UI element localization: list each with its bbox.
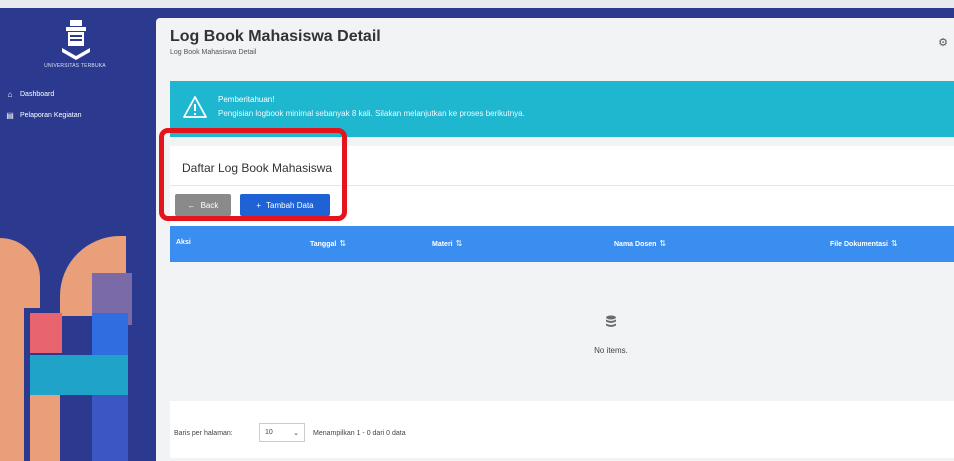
rows-per-page-value: 10 [265,429,273,436]
sort-icon[interactable]: ⇅ [891,239,898,248]
column-label: Nama Dosen [614,241,657,248]
sidebar-item-label: Pelaporan Kegiatan [20,112,82,119]
column-file-dokumentasi[interactable]: File Dokumentasi ⇅ [830,239,898,248]
column-tanggal[interactable]: Tanggal ⇅ [310,239,346,248]
logo-text: UNIVERSITAS TERBUKA [44,63,106,69]
column-label: Aksi [176,239,191,246]
column-label: Materi [432,241,453,248]
add-data-button[interactable]: + Tambah Data [240,194,330,216]
sort-icon[interactable]: ⇅ [339,239,346,248]
rows-per-page-label: Baris per halaman: [174,430,233,437]
home-icon: ⌂ [7,90,13,99]
decor-shape [92,395,128,461]
decor-shape [92,313,128,355]
table-header: Aksi Tanggal ⇅ Materi ⇅ Nama Dosen ⇅ File D… [170,226,954,262]
decor-shape [0,308,24,461]
document-icon: ▤ [6,111,14,120]
column-nama-dosen[interactable]: Nama Dosen ⇅ [614,239,666,248]
alert-title: Pemberitahuan! [218,95,275,104]
back-button-label: Back [200,200,219,210]
decor-shape [30,395,60,461]
panel-title: Daftar Log Book Mahasiswa [182,161,333,175]
notification-alert: Pemberitahuan! Pengisian logbook minimal… [170,81,954,137]
sort-icon[interactable]: ⇅ [659,239,666,248]
sidebar-item-dashboard[interactable]: ⌂ Dashboard [0,90,55,99]
alert-message: Pengisian logbook minimal sebanyak 8 kal… [218,109,525,118]
column-label: File Dokumentasi [830,241,888,248]
main-content: Log Book Mahasiswa Detail Log Book Mahas… [156,18,954,461]
sort-icon[interactable]: ⇅ [456,239,463,248]
sidebar-item-label: Dashboard [20,91,55,98]
rows-per-page-select[interactable]: 10 ⌄ [259,423,305,442]
decor-shape [30,313,62,353]
pagination-footer: Baris per halaman: 10 ⌄ Menampilkan 1 - … [170,401,954,458]
decor-shape [0,238,40,308]
column-aksi: Aksi [176,239,191,246]
plus-icon: + [256,200,262,210]
chevron-down-icon: ⌄ [293,429,299,437]
table-body: No items. [170,262,954,401]
divider [170,185,954,186]
add-button-label: Tambah Data [266,200,314,210]
back-button[interactable]: ← Back [175,194,231,216]
arrow-left-icon: ← [187,200,196,210]
column-label: Tanggal [310,241,337,248]
empty-state-text: No items. [594,346,628,355]
sidebar: UNIVERSITAS TERBUKA ⌂ Dashboard ▤ Pelapo… [0,8,146,461]
top-bar [0,0,954,8]
sidebar-item-pelaporan-kegiatan[interactable]: ▤ Pelaporan Kegiatan [0,111,82,120]
user-menu-icon[interactable]: ⚙ [938,36,948,49]
page-title: Log Book Mahasiswa Detail [170,28,381,45]
column-materi[interactable]: Materi ⇅ [432,239,462,248]
warning-icon [183,96,207,118]
pagination-info: Menampilkan 1 - 0 dari 0 data [313,430,406,437]
decor-shape [30,355,128,395]
logbook-panel: Daftar Log Book Mahasiswa ← Back + Tamba… [159,128,954,458]
breadcrumb: Log Book Mahasiswa Detail [170,49,257,56]
database-icon [606,315,616,327]
